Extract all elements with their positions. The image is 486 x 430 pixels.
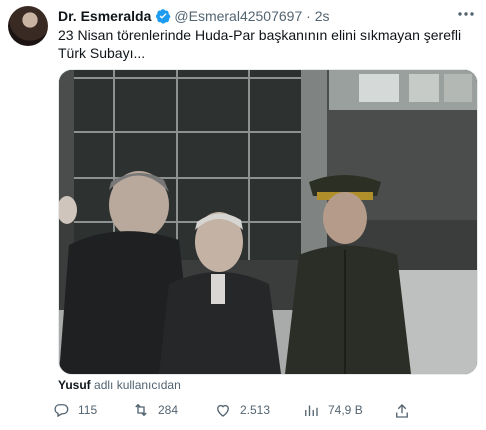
reply-icon xyxy=(54,404,69,418)
tweet-timestamp[interactable]: 2s xyxy=(315,8,330,24)
reply-button[interactable]: 115 xyxy=(52,398,97,422)
avatar[interactable] xyxy=(8,6,48,46)
tweet-video[interactable] xyxy=(58,69,478,375)
more-icon[interactable] xyxy=(454,4,478,24)
tweet-text: 23 Nisan törenlerinde Huda-Par başkanını… xyxy=(58,27,462,61)
like-button[interactable]: 2.513 xyxy=(214,398,270,422)
attribution-user[interactable]: Yusuf xyxy=(58,378,91,392)
video-frame xyxy=(59,70,477,374)
separator-dot: · xyxy=(302,8,315,24)
tweet[interactable]: Dr. Esmeralda @Esmeral42507697 · 2s 23 N… xyxy=(0,0,486,430)
video-attribution: Yusuf adlı kullanıcıdan xyxy=(58,378,181,392)
views-button[interactable]: 74,9 B xyxy=(302,398,363,422)
views-icon xyxy=(305,405,318,416)
like-icon xyxy=(217,404,229,417)
verified-badge-icon xyxy=(156,9,171,24)
views-count: 74,9 B xyxy=(328,403,363,417)
reply-count: 115 xyxy=(78,403,98,417)
share-icon[interactable] xyxy=(393,402,411,420)
author-name[interactable]: Dr. Esmeralda xyxy=(58,8,151,24)
retweet-button[interactable]: 284 xyxy=(132,398,178,422)
retweet-count: 284 xyxy=(158,403,179,417)
tweet-header: Dr. Esmeralda @Esmeral42507697 · 2s xyxy=(58,6,474,26)
attribution-suffix: adlı kullanıcıdan xyxy=(94,378,181,392)
author-handle[interactable]: @Esmeral42507697 xyxy=(174,8,302,24)
action-bar: 115 284 2.513 74,9 B xyxy=(52,398,412,422)
retweet-icon xyxy=(135,403,147,417)
like-count: 2.513 xyxy=(240,403,271,417)
